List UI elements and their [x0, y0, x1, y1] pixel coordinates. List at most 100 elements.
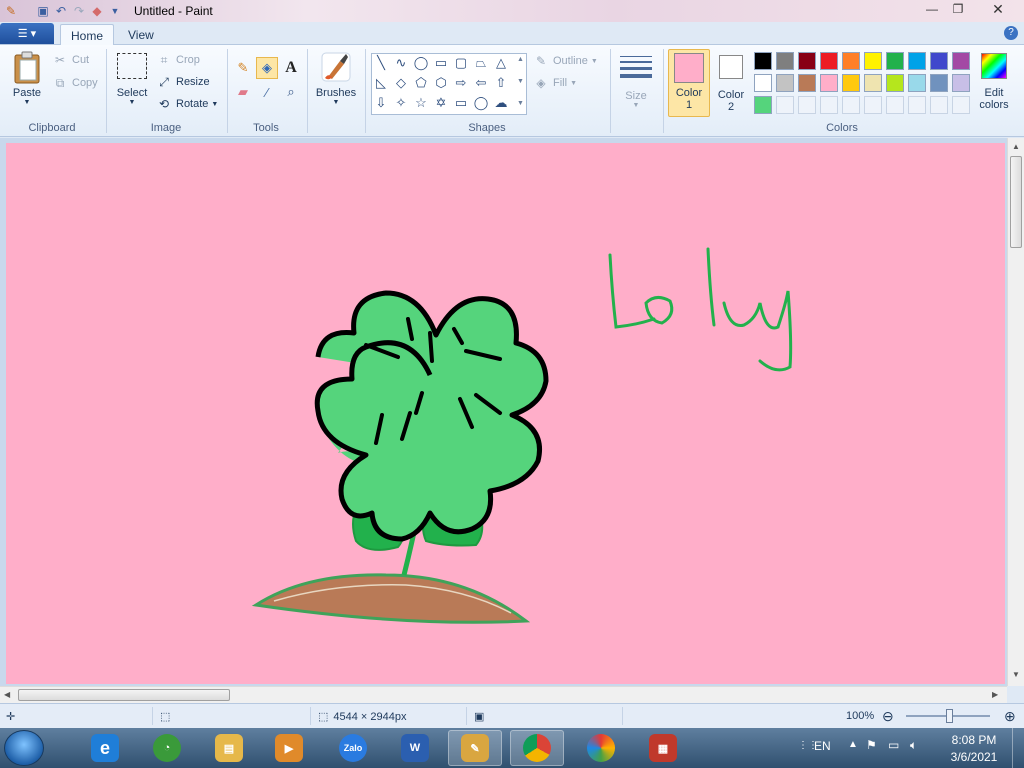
color-swatch[interactable] [930, 74, 948, 92]
clock-date[interactable]: 3/6/2021 [946, 750, 1002, 764]
vertical-scroll-thumb[interactable] [1010, 156, 1022, 248]
start-button[interactable] [4, 730, 44, 766]
six-point-star-shape-icon[interactable]: ✡ [432, 94, 450, 112]
oval-shape-icon[interactable]: ◯ [412, 54, 430, 72]
fill-with-color-icon[interactable]: ◈ [256, 57, 278, 79]
taskbar-chrome-icon[interactable] [510, 730, 564, 766]
size-button[interactable]: Size ▼ [616, 53, 656, 109]
right-arrow-shape-icon[interactable]: ⇨ [452, 74, 470, 92]
polygon-shape-icon[interactable]: ⏢ [472, 54, 490, 72]
taskbar-tool-app-icon[interactable]: ▦ [636, 730, 690, 766]
taskbar-word-icon[interactable]: W [388, 730, 442, 766]
taskbar-zalo-icon[interactable]: Zalo [326, 730, 380, 766]
custom-color-slot[interactable] [930, 96, 948, 114]
language-indicator[interactable]: EN [814, 739, 831, 753]
fill-button[interactable]: ◈ Fill ▼ [533, 74, 577, 92]
horizontal-scroll-thumb[interactable] [18, 689, 230, 701]
zoom-slider-thumb[interactable] [946, 709, 953, 723]
paste-button[interactable]: Paste ▼ [8, 51, 46, 106]
zoom-out-icon[interactable]: ⊖ [882, 708, 894, 725]
color-swatch[interactable] [952, 52, 970, 70]
help-icon[interactable]: ? [1004, 26, 1018, 40]
eraser-icon[interactable]: ▰ [232, 81, 254, 103]
color-swatch[interactable] [908, 74, 926, 92]
four-point-star-shape-icon[interactable]: ✧ [392, 94, 410, 112]
color-swatch[interactable] [952, 74, 970, 92]
diamond-shape-icon[interactable]: ◇ [392, 74, 410, 92]
magnifier-icon[interactable]: ⌕ [280, 81, 302, 103]
shapes-scroll-down-icon[interactable]: ▼ [517, 78, 524, 85]
left-arrow-shape-icon[interactable]: ⇦ [472, 74, 490, 92]
color1-button[interactable]: Color 1 [668, 49, 710, 117]
brushes-button[interactable]: Brushes ▼ [313, 51, 359, 106]
copy-button[interactable]: ⧉ Copy [52, 74, 98, 92]
shapes-scroll-up-icon[interactable]: ▲ [517, 56, 524, 63]
color-swatch[interactable] [908, 52, 926, 70]
edit-colors-button[interactable]: Edit colors [974, 53, 1014, 111]
action-center-flag-icon[interactable]: ⚑ [866, 738, 877, 752]
down-arrow-shape-icon[interactable]: ⇩ [372, 94, 390, 112]
show-desktop-button[interactable] [1012, 728, 1024, 768]
rectangle-shape-icon[interactable]: ▭ [432, 54, 450, 72]
taskbar-file-explorer-icon[interactable]: ▤ [202, 730, 256, 766]
scroll-up-icon[interactable]: ▲ [1012, 142, 1020, 151]
hexagon-shape-icon[interactable]: ⬡ [432, 74, 450, 92]
close-button[interactable]: ✕ [986, 0, 1010, 18]
pentagon-shape-icon[interactable]: ⬠ [412, 74, 430, 92]
cut-button[interactable]: ✂ Cut [52, 51, 89, 69]
custom-color-slot[interactable] [908, 96, 926, 114]
color-swatch[interactable] [930, 52, 948, 70]
color-swatch[interactable] [842, 74, 860, 92]
oval-callout-shape-icon[interactable]: ◯ [472, 94, 490, 112]
outline-button[interactable]: ✎ Outline ▼ [533, 52, 598, 70]
color-swatch[interactable] [886, 74, 904, 92]
crop-button[interactable]: ⌗ Crop [156, 51, 200, 69]
minimize-button[interactable]: — [920, 0, 944, 18]
curve-shape-icon[interactable]: ∿ [392, 54, 410, 72]
select-button[interactable]: Select ▼ [114, 53, 150, 106]
volume-icon[interactable]: 🔈︎ [910, 738, 917, 753]
rect-callout-shape-icon[interactable]: ▭ [452, 94, 470, 112]
rounded-rectangle-shape-icon[interactable]: ▢ [452, 54, 470, 72]
paint-app-icon[interactable]: ✎ [2, 2, 20, 20]
customize-quick-access-icon[interactable]: ▼ [106, 2, 124, 20]
undo-icon[interactable]: ↶ [52, 2, 70, 20]
taskbar-coccoc-icon[interactable]: ◔ [140, 730, 194, 766]
scroll-left-icon[interactable]: ◀ [4, 690, 10, 699]
tab-view[interactable]: View [118, 24, 164, 46]
paint-menu-button[interactable]: ☰ ▾ [0, 23, 54, 44]
color-swatch[interactable] [842, 52, 860, 70]
color-swatch[interactable] [798, 52, 816, 70]
color-swatch[interactable] [776, 74, 794, 92]
shapes-expand-icon[interactable]: ▼ [517, 100, 524, 107]
triangle-shape-icon[interactable]: △ [492, 54, 510, 72]
network-icon[interactable]: ▭ [888, 738, 899, 752]
scroll-right-icon[interactable]: ▶ [992, 690, 998, 699]
tab-home[interactable]: Home [60, 24, 115, 46]
custom-color-slot[interactable] [820, 96, 838, 114]
color-swatch[interactable] [864, 74, 882, 92]
color-swatch[interactable] [864, 52, 882, 70]
clock-time[interactable]: 8:08 PM [950, 733, 998, 747]
taskbar-ie-icon[interactable]: e [78, 730, 132, 766]
five-point-star-shape-icon[interactable]: ☆ [412, 94, 430, 112]
color-swatch[interactable] [754, 52, 772, 70]
eraser-quick-icon[interactable]: ◆ [88, 2, 106, 20]
right-triangle-shape-icon[interactable]: ◺ [372, 74, 390, 92]
custom-color-slot[interactable] [842, 96, 860, 114]
rotate-button[interactable]: ⟲ Rotate ▼ [156, 95, 218, 113]
color-swatch[interactable] [754, 96, 772, 114]
taskbar-paint-icon[interactable]: ✎ [448, 730, 502, 766]
drawing-canvas[interactable] [6, 143, 1005, 684]
color-swatch[interactable] [754, 74, 772, 92]
color-picker-icon[interactable]: ⁄ [256, 81, 278, 103]
maximize-button[interactable]: ❐ [946, 0, 970, 18]
line-shape-icon[interactable]: ╲ [372, 54, 390, 72]
up-arrow-shape-icon[interactable]: ⇧ [492, 74, 510, 92]
cloud-callout-shape-icon[interactable]: ☁ [492, 94, 510, 112]
custom-color-slot[interactable] [798, 96, 816, 114]
horizontal-scrollbar[interactable]: ◀ ▶ [0, 686, 1007, 703]
show-hidden-icons-icon[interactable]: ▲ [848, 739, 858, 750]
pencil-icon[interactable]: ✎ [232, 57, 254, 79]
redo-icon[interactable]: ↷ [70, 2, 88, 20]
